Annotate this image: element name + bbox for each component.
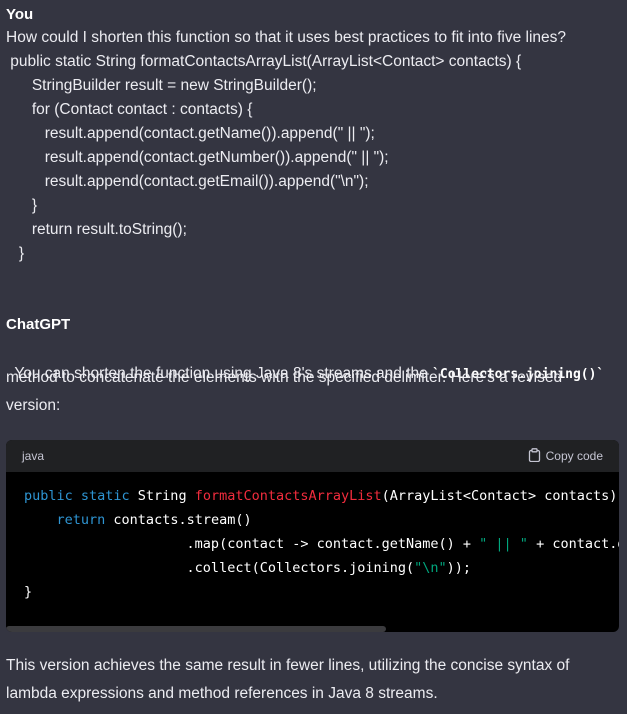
assistant-intro-line: version: [6, 397, 61, 414]
code-line-5: } [24, 584, 33, 600]
code-line-3: .map(contact -> contact.getName() + " ||… [24, 532, 619, 556]
code-text: .collect(Collectors.joining( [24, 560, 415, 576]
clipboard-icon [528, 447, 541, 465]
user-code-line: for (Contact contact : contacts) { [6, 101, 253, 118]
user-code-line: return result.toString(); [6, 221, 187, 238]
code-header: java Copy code [6, 440, 619, 472]
code-keyword: public static [24, 488, 130, 504]
code-text: contacts.stream() [105, 512, 252, 528]
code-type: String [129, 488, 195, 504]
code-string: "\n" [414, 560, 447, 576]
horizontal-scrollbar[interactable] [6, 626, 386, 632]
assistant-outro-line: This version achieves the same result in… [6, 657, 570, 674]
user-code-line: StringBuilder result = new StringBuilder… [6, 77, 317, 94]
code-string: " || " [479, 536, 528, 552]
code-line-2: return contacts.stream() [24, 508, 619, 532]
code-block: java Copy code public static String form… [6, 440, 619, 632]
code-line-4: .collect(Collectors.joining("\n")); [24, 556, 619, 580]
user-code-line: result.append(contact.getNumber()).appen… [6, 149, 389, 166]
user-question: How could I shorten this function so tha… [6, 29, 567, 46]
user-code-line: } [6, 197, 38, 214]
assistant-author: ChatGPT [6, 316, 71, 333]
code-text: .map(contact -> contact.getName() + [24, 536, 480, 552]
code-language-label: java [22, 449, 45, 463]
code-text: (ArrayList<Contact> contacts) { [381, 488, 619, 504]
user-author: You [6, 6, 34, 23]
code-body: public static String formatContactsArray… [24, 484, 619, 604]
code-text: + contact.getNumber() + [536, 536, 619, 552]
copy-code-label: Copy code [545, 449, 603, 463]
user-code-line: result.append(contact.getEmail()).append… [6, 173, 369, 190]
assistant-outro-line: lambda expressions and method references… [6, 685, 438, 702]
code-function-name: formatContactsArrayList [194, 488, 382, 504]
user-code-line: public static String formatContactsArray… [6, 53, 522, 70]
code-keyword: return [56, 512, 106, 528]
user-code-line: } [6, 245, 25, 262]
copy-code-button[interactable]: Copy code [528, 447, 603, 465]
code-text: )); [446, 560, 472, 576]
code-line-1: public static String formatContactsArray… [24, 484, 619, 508]
user-code-line: result.append(contact.getName()).append(… [6, 125, 375, 142]
assistant-intro-line: method to concatenate the elements with … [6, 369, 563, 386]
